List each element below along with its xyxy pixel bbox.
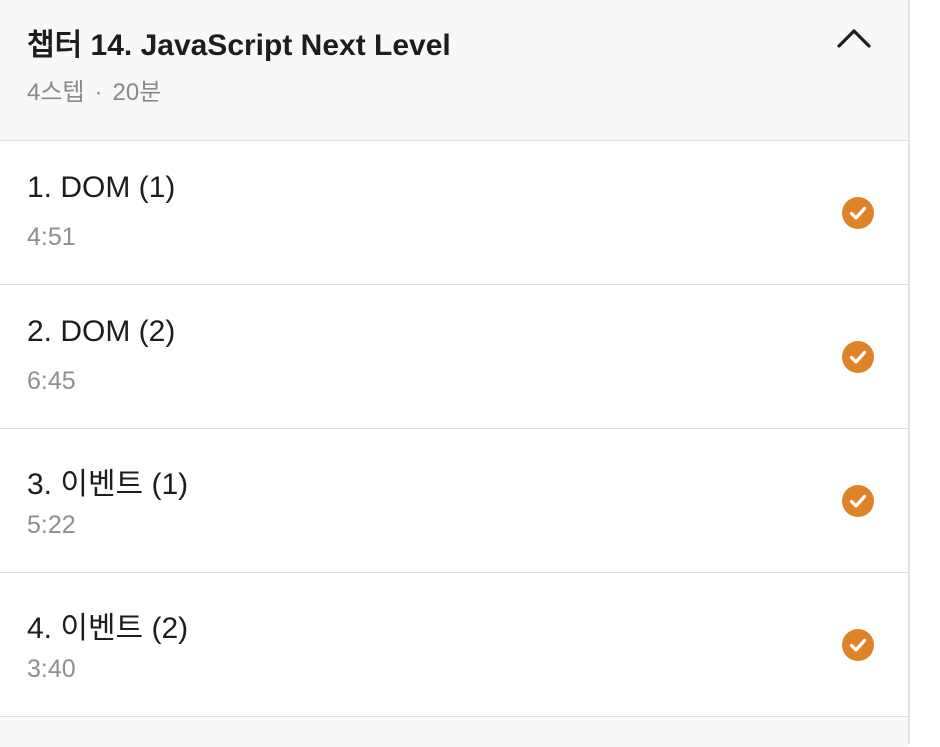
chevron-up-icon: [837, 29, 871, 48]
step-item-4[interactable]: 4. 이벤트 (2) 3:40: [0, 573, 908, 717]
step-item-3[interactable]: 3. 이벤트 (1) 5:22: [0, 429, 908, 573]
next-chapter-header[interactable]: [0, 717, 908, 747]
step-duration: 6:45: [27, 367, 76, 395]
step-title: 1. DOM (1): [27, 171, 176, 204]
step-item-2[interactable]: 2. DOM (2) 6:45: [0, 285, 908, 429]
step-duration: 5:22: [27, 511, 76, 539]
step-title: 3. 이벤트 (1): [27, 468, 189, 501]
meta-separator: ·: [94, 79, 103, 106]
collapse-button[interactable]: [834, 22, 874, 54]
step-duration: 3:40: [27, 655, 76, 683]
check-circle-icon: [842, 629, 874, 661]
chapter-header[interactable]: 챕터 14. JavaScript Next Level 4스텝 · 20분: [0, 0, 908, 141]
chapter-meta: 4스텝 · 20분: [27, 72, 161, 107]
step-item-1[interactable]: 1. DOM (1) 4:51: [0, 141, 908, 285]
chapter-title: 챕터 14. JavaScript Next Level: [27, 29, 451, 62]
curriculum-panel: 챕터 14. JavaScript Next Level 4스텝 · 20분 1. …: [0, 0, 910, 747]
check-circle-icon: [842, 341, 874, 373]
step-title: 4. 이벤트 (2): [27, 612, 189, 645]
check-circle-icon: [842, 197, 874, 229]
step-title: 2. DOM (2): [27, 315, 176, 348]
step-duration: 4:51: [27, 223, 76, 251]
chapter-steps-count: 4스텝: [27, 79, 85, 106]
check-circle-icon: [842, 485, 874, 517]
chapter-total-time: 20분: [112, 79, 162, 106]
